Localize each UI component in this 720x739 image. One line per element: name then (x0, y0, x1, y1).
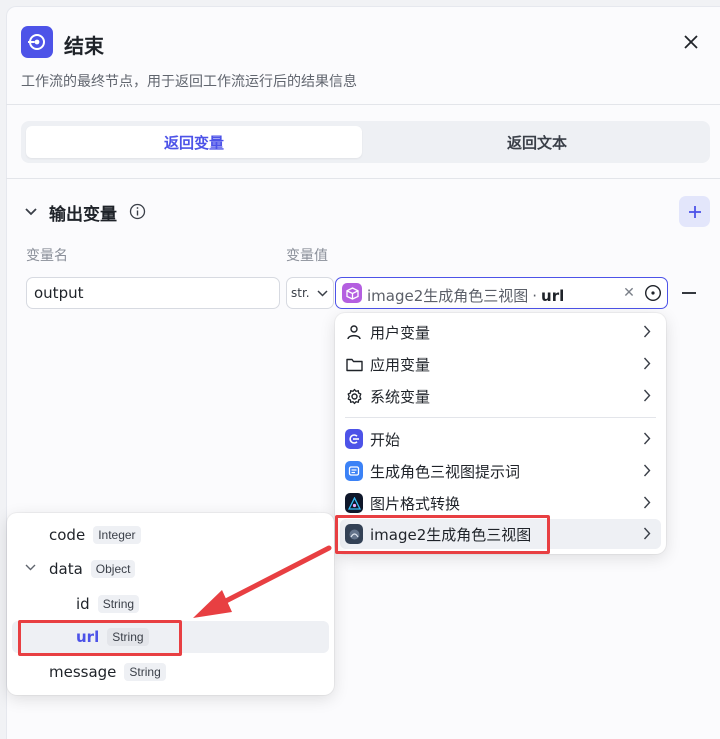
field-row-message[interactable]: message String (12, 656, 329, 688)
field-name: id (76, 595, 90, 613)
variable-picker-button[interactable] (643, 283, 663, 303)
field-row-url[interactable]: url String (12, 621, 329, 653)
chevron-right-icon (643, 496, 651, 509)
menu-item-node-prompt[interactable]: 生成角色三视图提示词 (340, 456, 661, 486)
user-icon (345, 323, 363, 341)
chevron-down-icon (317, 289, 328, 297)
image2-node-icon (342, 283, 362, 303)
minus-icon (682, 292, 696, 294)
menu-divider (345, 417, 656, 418)
field-type-badge: String (107, 628, 149, 646)
variable-name-input[interactable]: output (26, 277, 280, 309)
panel-title: 结束 (64, 34, 104, 58)
menu-item-label: 开始 (370, 430, 401, 449)
folder-icon (345, 355, 363, 373)
add-variable-button[interactable] (679, 196, 710, 227)
menu-item-label: 生成角色三视图提示词 (370, 462, 521, 481)
column-label-value: 变量值 (286, 248, 328, 264)
reference-node-name: image2生成角色三视图 (367, 287, 529, 305)
close-button[interactable] (678, 29, 704, 55)
menu-item-user-variables[interactable]: 用户变量 (340, 317, 661, 347)
variable-value-reference: image2生成角色三视图 · url (367, 285, 564, 306)
image-convert-node-icon (345, 493, 363, 513)
chevron-right-icon (643, 389, 651, 402)
variable-source-dropdown: 用户变量 应用变量 系统变量 开始 生成角色三视图提示词 图片格式转换 imag… (335, 313, 666, 554)
menu-item-label: 用户变量 (370, 323, 431, 342)
chevron-right-icon (643, 325, 651, 338)
menu-item-app-variables[interactable]: 应用变量 (340, 349, 661, 379)
field-row-id[interactable]: id String (12, 588, 329, 620)
menu-item-system-variables[interactable]: 系统变量 (340, 381, 661, 411)
chevron-right-icon (643, 527, 651, 540)
field-type-badge: Object (90, 560, 136, 578)
section-collapse-toggle[interactable] (24, 205, 38, 219)
value-type-label: str. (291, 286, 310, 300)
llm-node-icon (345, 461, 363, 481)
output-variables-title: 输出变量 (49, 205, 117, 225)
panel-description: 工作流的最终节点，用于返回工作流运行后的结果信息 (21, 74, 357, 90)
node-output-fields-panel: code Integer data Object id String url S… (7, 513, 334, 695)
chevron-right-icon (643, 357, 651, 370)
header-divider (6, 104, 720, 105)
menu-item-node-image2[interactable]: image2生成角色三视图 (340, 519, 661, 549)
plus-icon (688, 205, 701, 218)
field-name: url (76, 628, 100, 646)
field-name: message (49, 663, 117, 681)
return-mode-tabs: 返回变量 返回文本 (21, 121, 710, 163)
tab-return-variable[interactable]: 返回变量 (26, 126, 362, 158)
image2-node-icon (345, 524, 363, 544)
field-type-badge: Integer (93, 526, 141, 544)
column-label-name: 变量名 (26, 248, 68, 264)
field-type-badge: String (97, 595, 140, 613)
target-icon (644, 284, 662, 302)
info-icon[interactable] (128, 202, 146, 220)
close-icon (684, 35, 698, 49)
chevron-right-icon (643, 464, 651, 477)
field-type-badge: String (124, 663, 166, 681)
gear-icon (345, 387, 363, 405)
chevron-down-icon (25, 208, 37, 216)
menu-item-label: image2生成角色三视图 (370, 525, 532, 544)
reference-separator: · (532, 287, 538, 305)
start-node-icon (345, 429, 363, 449)
tab-return-text[interactable]: 返回文本 (369, 126, 705, 158)
field-row-code[interactable]: code Integer (12, 519, 329, 551)
clear-value-button[interactable]: ✕ (621, 284, 637, 302)
value-type-select[interactable]: str. (286, 277, 334, 309)
chevron-down-icon[interactable] (25, 564, 36, 571)
variable-value-field[interactable]: image2生成角色三视图 · url ✕ (335, 277, 668, 309)
remove-variable-button[interactable] (680, 286, 698, 300)
field-name: code (49, 526, 86, 544)
menu-item-label: 系统变量 (370, 387, 431, 406)
tabs-divider (6, 178, 720, 179)
reference-field-name: url (541, 287, 565, 305)
menu-item-label: 图片格式转换 (370, 494, 461, 513)
chevron-right-icon (643, 432, 651, 445)
field-name: data (49, 560, 83, 578)
menu-item-node-start[interactable]: 开始 (340, 424, 661, 454)
field-row-data[interactable]: data Object (12, 553, 329, 585)
menu-item-label: 应用变量 (370, 355, 431, 374)
menu-item-node-image-convert[interactable]: 图片格式转换 (340, 488, 661, 518)
end-node-icon (21, 26, 53, 58)
